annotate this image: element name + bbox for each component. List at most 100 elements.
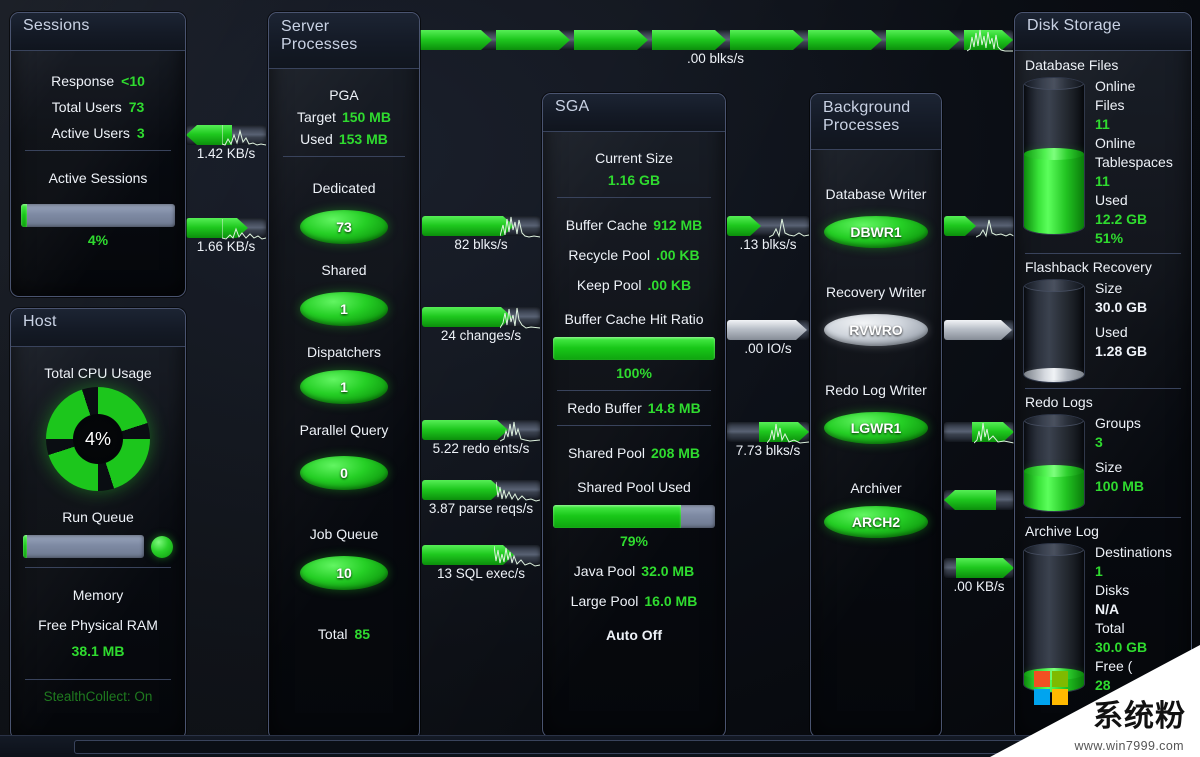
panel-background-processes[interactable]: Background Processes Database Writer DBW… <box>810 93 942 738</box>
flashback-used-label: Used <box>1095 324 1128 340</box>
pipe-chevron <box>886 30 960 50</box>
pga-used-label: Used <box>300 131 333 147</box>
free-ram-label: Free Physical RAM <box>38 617 158 633</box>
divider <box>25 567 171 568</box>
shared-pool-value: 208 MB <box>651 445 701 461</box>
job-queue-count-pill[interactable]: 10 <box>300 556 388 590</box>
pipe-chevron <box>944 320 1012 340</box>
total-value: 85 <box>354 626 371 642</box>
recovery-writer-pill[interactable]: RVWRO <box>824 314 928 346</box>
run-queue-label: Run Queue <box>62 509 134 525</box>
db-files-used-value: 12.2 GB <box>1095 211 1148 227</box>
sga-auto-status: Auto Off <box>606 627 662 643</box>
flow-pipe-mid-3[interactable]: 5.22 redo ents/s <box>422 420 540 456</box>
archive-total-label: Total <box>1095 620 1125 636</box>
divider <box>1025 253 1181 254</box>
panel-server-processes[interactable]: Server Processes PGA Target 150 MB Used … <box>268 12 420 740</box>
java-pool-label: Java Pool <box>573 563 636 579</box>
flow-pipe-bg-disk-3[interactable] <box>944 422 1014 444</box>
pipe-chevron <box>727 320 807 340</box>
redo-size-label: Size <box>1095 459 1123 475</box>
panel-title-background-processes: Background Processes <box>811 94 941 150</box>
large-pool-row: Large Pool 16.0 MB <box>553 593 715 609</box>
archive-total-value: 30.0 GB <box>1095 639 1148 655</box>
flow-pipe-top[interactable]: .00 blks/s <box>418 29 1013 66</box>
panel-sessions[interactable]: Sessions Response <10 Total Users 73 Act… <box>10 12 186 297</box>
redo-groups-value: 3 <box>1095 434 1103 450</box>
flow-pipe-sga-bg-1[interactable]: .13 blks/s <box>727 216 809 252</box>
panel-body-disk-storage: Database Files Online Files 11 Online Ta… <box>1015 51 1191 739</box>
online-tablespaces-value: 11 <box>1095 173 1110 189</box>
panel-body-host: Total CPU Usage 4% Run Queue Memory Free… <box>11 347 185 739</box>
parallel-query-count-pill[interactable]: 0 <box>300 456 388 490</box>
metric-value: 73 <box>128 99 145 115</box>
shared-count-pill[interactable]: 1 <box>300 292 388 326</box>
pga-used-row: Used 153 MB <box>279 131 409 147</box>
watermark-brand-char2: 统 <box>1124 699 1155 734</box>
panel-disk-storage[interactable]: Disk Storage Database Files Online Files… <box>1014 12 1192 740</box>
section-heading-flashback-recovery: Flashback Recovery <box>1025 259 1152 275</box>
flow-pipe-bg-disk-1[interactable] <box>944 216 1014 238</box>
archiver-pill[interactable]: ARCH2 <box>824 506 928 538</box>
flow-pipe-mid-1[interactable]: 82 blks/s <box>422 216 540 252</box>
dispatchers-count-pill[interactable]: 1 <box>300 370 388 404</box>
database-writer-pill[interactable]: DBWR1 <box>824 216 928 248</box>
flow-label-mid-2: 24 changes/s <box>440 328 522 343</box>
divider <box>557 390 711 391</box>
watermark-url: www.win7999.com <box>1074 739 1184 753</box>
panel-title-sessions: Sessions <box>11 13 185 51</box>
cpu-usage-donut: 4% <box>46 387 150 491</box>
watermark-brand-char1: 系 <box>1093 699 1124 734</box>
flow-pipe-sga-bg-3[interactable]: 7.73 blks/s <box>727 422 809 458</box>
pipe-chevron <box>422 480 502 500</box>
flow-label-mid-3: 5.22 redo ents/s <box>432 441 530 456</box>
panel-host[interactable]: Host Total CPU Usage 4% Run Queue Memory… <box>10 308 186 740</box>
pga-used-value: 153 MB <box>338 131 388 147</box>
panel-sga[interactable]: SGA Current Size 1.16 GB Buffer Cache 91… <box>542 93 726 738</box>
database-files-values: Online Files 11 Online Tablespaces 11 Us… <box>1095 77 1183 248</box>
shared-pool-used-bar <box>553 505 715 528</box>
pipe-track <box>944 320 1014 340</box>
recycle-pool-value: .00 KB <box>656 247 700 263</box>
flow-pipe-bg-disk-4[interactable] <box>944 490 1014 510</box>
flow-pipe-sga-bg-2[interactable]: .00 IO/s <box>727 320 809 356</box>
pipe-track <box>944 558 1014 578</box>
panel-title-server-processes: Server Processes <box>269 13 419 69</box>
sparkline-icon <box>767 423 809 444</box>
java-pool-row: Java Pool 32.0 MB <box>553 563 715 579</box>
flow-pipe-left-upper[interactable]: 1.42 KB/s <box>186 125 266 161</box>
pga-heading: PGA <box>329 87 359 103</box>
flow-label-left-lower: 1.66 KB/s <box>196 239 256 254</box>
dedicated-count-pill[interactable]: 73 <box>300 210 388 244</box>
archive-disks-value: N/A <box>1095 601 1120 617</box>
panel-body-server-processes: PGA Target 150 MB Used 153 MB Dedicated … <box>269 69 419 739</box>
redo-log-writer-pill[interactable]: LGWR1 <box>824 412 928 444</box>
free-ram-value: 38.1 MB <box>71 643 125 659</box>
pipe-chevron <box>496 30 570 50</box>
buffer-cache-label: Buffer Cache <box>565 217 648 233</box>
flow-pipe-mid-2[interactable]: 24 changes/s <box>422 307 540 343</box>
pga-target-label: Target <box>297 109 336 125</box>
cylinder-top <box>1024 280 1084 292</box>
metric-row: Active Users 3 <box>21 125 175 141</box>
divider <box>25 150 171 151</box>
divider <box>557 425 711 426</box>
flashback-used-value: 1.28 GB <box>1095 343 1148 359</box>
redo-logs-section: Groups 3 Size 100 MB <box>1023 414 1183 512</box>
flow-pipe-mid-5[interactable]: 13 SQL exec/s <box>422 545 540 581</box>
cylinder-top <box>1024 415 1084 427</box>
panel-body-background-processes: Database Writer DBWR1 Recovery Writer RV… <box>811 150 941 737</box>
large-pool-value: 16.0 MB <box>644 593 698 609</box>
section-heading-archive-log: Archive Log <box>1025 523 1099 539</box>
flow-pipe-mid-4[interactable]: 3.87 parse reqs/s <box>422 480 540 516</box>
run-queue-indicator-icon <box>151 535 173 558</box>
sparkline-icon <box>222 125 266 146</box>
pipe-chevron <box>727 216 761 236</box>
flow-pipe-left-lower[interactable]: 1.66 KB/s <box>186 218 266 254</box>
flow-pipe-bg-disk-5[interactable]: .00 KB/s <box>944 558 1014 594</box>
cylinder-top <box>1024 544 1084 556</box>
divider <box>283 156 405 157</box>
total-label: Total <box>317 626 348 642</box>
flow-pipe-bg-disk-2[interactable] <box>944 320 1014 340</box>
archiver-label: Archiver <box>850 480 902 496</box>
